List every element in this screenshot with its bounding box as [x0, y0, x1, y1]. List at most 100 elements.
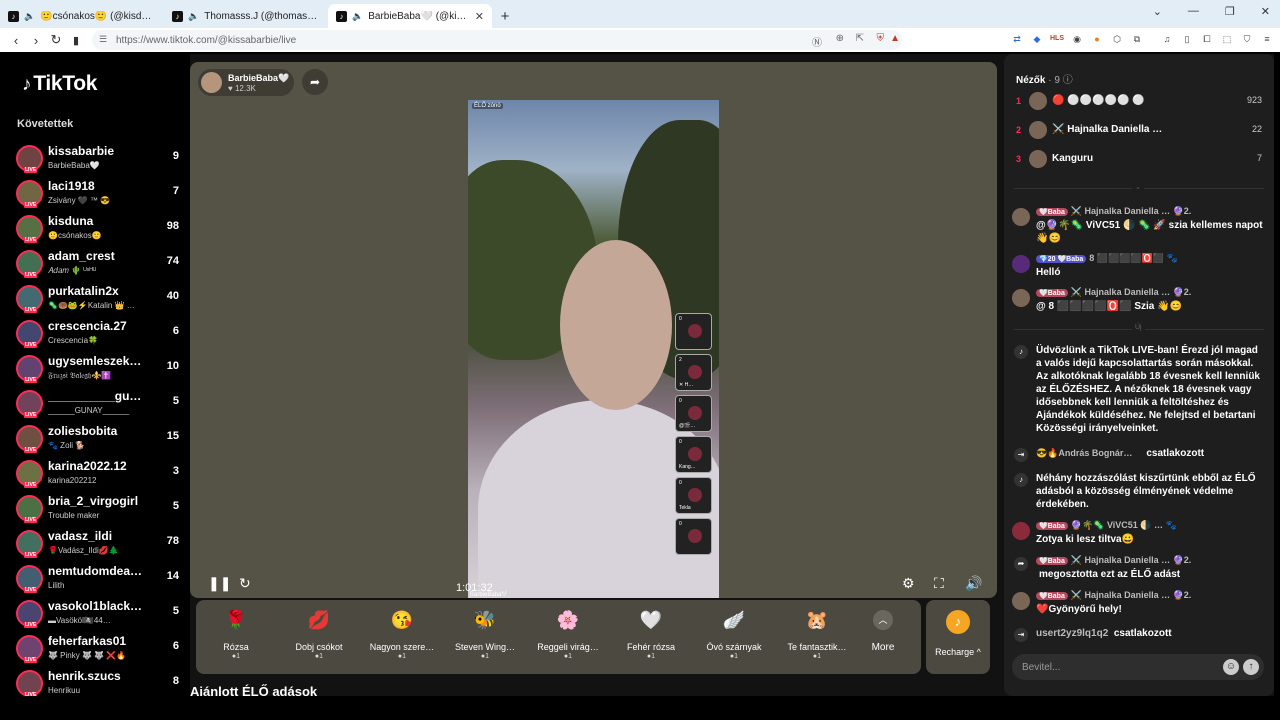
volume-icon[interactable]: 🔊 — [965, 575, 982, 592]
tab-search-icon[interactable]: ⌄ — [1153, 5, 1162, 18]
following-item[interactable]: LIVE ugysemleszek… 𝔉𝔯𝔲𝔷𝔰𝔦 𝔅𝔞𝔩𝔢𝔤𝔥⚜️✝️ 10 — [16, 352, 184, 387]
join-user[interactable]: usert2yz9lq1q2 — [1036, 628, 1108, 639]
browser-tab[interactable]: ♪ 🔈 Thomasss.J (@thomasssj0) ÉLŐ · — [164, 4, 328, 28]
live-badge: LIVE — [24, 272, 38, 278]
gift-item[interactable]: 😘 Nagyon szere… ●1 — [362, 606, 442, 660]
close-tab-icon[interactable]: ✕ — [475, 10, 484, 23]
fullscreen-icon[interactable]: ⛶ — [934, 575, 944, 592]
reader-icon[interactable]: Ⓝ — [812, 34, 822, 49]
guest-tile[interactable]: 0 Tekla — [675, 477, 712, 514]
refresh-icon[interactable]: ↻ — [239, 575, 251, 592]
extension-icon[interactable]: ⬡ — [1110, 32, 1124, 46]
reload-icon[interactable]: ↻ — [46, 32, 66, 48]
host-likes: ♥ 12.3K — [228, 84, 256, 93]
host-info[interactable]: BarbieBaba🤍 ♥ 12.3K — [198, 69, 294, 96]
avatar — [1012, 208, 1030, 226]
avatar — [1012, 289, 1030, 307]
send-icon[interactable]: ↑ — [1243, 659, 1259, 675]
viewers-heading[interactable]: Nézők · 9 ⓘ — [1016, 71, 1073, 86]
gift-item[interactable]: 🌹 Rózsa ●1 — [196, 606, 276, 660]
guest-tile[interactable]: 0 Kang… — [675, 436, 712, 473]
gift-item[interactable]: 🐝 Steven Wing… ●1 — [445, 606, 525, 660]
settings-icon[interactable]: ⚙ — [902, 575, 915, 592]
security-icon[interactable]: ⛉ — [1240, 32, 1254, 46]
following-item[interactable]: LIVE purkatalin2x 🦠🍩🐸⚡Katalin 👑 … 40 — [16, 282, 184, 317]
extension-icon[interactable]: ● — [1090, 32, 1104, 46]
join-user[interactable]: 😎🔥András Bognár… — [1036, 448, 1132, 458]
restore-icon[interactable]: ❐ — [1225, 5, 1235, 18]
downloads-icon[interactable]: ⬚ — [1220, 32, 1234, 46]
guest-tile[interactable]: 0 — [675, 518, 712, 555]
emoji-icon[interactable]: ☺ — [1223, 659, 1239, 675]
chat-username[interactable]: 🤍Baba ⚔️ Hajnalka Daniella … 🔮2. — [1036, 590, 1191, 601]
live-badge: LIVE — [24, 307, 38, 313]
gift-item[interactable]: 🌸 Reggeli virág… ●1 — [528, 606, 608, 660]
extension-icon[interactable]: ⧉ — [1130, 32, 1144, 46]
gift-item[interactable]: 💋 Dobj csókot ●1 — [279, 606, 359, 660]
top-viewer-row[interactable]: 1 🔴 ⚪⚪⚪⚪⚪ ⚪ 923 — [1016, 90, 1262, 112]
following-item[interactable]: LIVE kissabarbie BarbieBaba🤍 9 — [16, 142, 184, 177]
gift-item[interactable]: 🪽 Óvó szárnyak ●1 — [694, 606, 774, 660]
pause-icon[interactable]: ❚❚ — [208, 575, 231, 592]
chat-username[interactable]: 💎20 🤍Baba 8 ⬛⬛⬛⬛🅾️⬛ 🐾 — [1036, 253, 1178, 264]
menu-icon[interactable]: ≡ — [1260, 32, 1274, 46]
gift-item[interactable]: 🐹 Te fantasztik… ●1 — [777, 606, 857, 660]
following-name: henrik.szucs — [48, 669, 121, 683]
zoom-icon[interactable]: ⊕ — [836, 33, 844, 44]
following-item[interactable]: LIVE crescencia.27 Crescencia🍀 6 — [16, 317, 184, 352]
following-item[interactable]: LIVE laci1918 Zsivány 🖤 ™ 😎 7 — [16, 177, 184, 212]
video-subject — [560, 240, 672, 410]
chat-username[interactable]: 🤍Baba ⚔️ Hajnalka Daniella … 🔮2. — [1036, 206, 1191, 217]
extension-icon[interactable]: ◉ — [1070, 32, 1084, 46]
following-item[interactable]: LIVE bria_2_virgogirl Trouble maker 5 — [16, 492, 184, 527]
chat-username[interactable]: 🤍Baba ⚔️ Hajnalka Daniella … 🔮2. — [1036, 287, 1191, 298]
warning-icon[interactable]: ▲ — [890, 33, 900, 44]
media-icon[interactable]: ♫ — [1160, 32, 1174, 46]
viewer-rank: 1 — [1016, 96, 1022, 106]
following-item[interactable]: LIVE adam_crest 𝐴𝑑𝑎𝑚 🌵 ᵁˢᴴᵁ 74 — [16, 247, 184, 282]
collections-icon[interactable]: ⧠ — [1200, 32, 1214, 46]
chat-username[interactable]: 🤍Baba ⚔️ Hajnalka Daniella … 🔮2. — [1036, 555, 1191, 566]
chat-username[interactable]: 🤍Baba 🔮🌴🦠 ViVC51 🌗 … 🐾 — [1036, 520, 1177, 531]
browser-tab[interactable]: ♪ 🔈 🙂csónakos🙂 (@kisduna) ÉLŐ · — [0, 4, 164, 28]
following-item[interactable]: LIVE __________gunay… ______GUNAY______ 5 — [16, 387, 184, 422]
browser-tab-active[interactable]: ♪ 🔈 BarbieBaba🤍 (@kissabarbie ✕ — [328, 4, 492, 28]
back-icon[interactable]: ‹ — [6, 33, 26, 48]
bookmark-icon[interactable]: ▮ — [66, 34, 86, 47]
translate-icon[interactable]: ⇄ — [1010, 32, 1024, 46]
following-item[interactable]: LIVE nemtudomdea… Lilith 14 — [16, 562, 184, 597]
recharge-button[interactable]: ♪ Recharge ^ — [926, 600, 990, 674]
viewer-count: 10 — [166, 360, 179, 372]
gift-name: Fehér rózsa — [626, 642, 676, 652]
more-gifts-button[interactable]: ︿ More — [851, 606, 915, 653]
gift-item[interactable]: 🤍 Fehér rózsa ●1 — [611, 606, 691, 660]
following-item[interactable]: LIVE kisduna 🙂csónakos🙂 98 — [16, 212, 184, 247]
sidebar-toggle-icon[interactable]: ▯ — [1180, 32, 1194, 46]
following-item[interactable]: LIVE karina2022.12 karina202212 3 — [16, 457, 184, 492]
following-item[interactable]: LIVE vasokol1black… ▬Vasököl🏴‍☠️44… 5 — [16, 597, 184, 632]
following-item[interactable]: LIVE feherfarkas01 🐺 Pinky 🐺 🐺 ❌🔥 6 — [16, 632, 184, 667]
guest-tile[interactable]: 2 ✕ H… — [675, 354, 712, 391]
following-item[interactable]: LIVE vadasz_ildi 🌹Vadász_Ildi💋🌲 78 — [16, 527, 184, 562]
site-info-icon[interactable]: ☰ — [99, 34, 107, 45]
share-icon[interactable]: ➦ — [302, 69, 328, 95]
hls-extension-icon[interactable]: HLS — [1050, 32, 1064, 46]
following-heading: Követettek — [17, 118, 74, 130]
new-tab-button[interactable]: + — [492, 4, 518, 28]
following-item[interactable]: LIVE zoliesbobita 🐾 Zoli 🐕 15 — [16, 422, 184, 457]
shield-icon[interactable]: ⛨ — [877, 33, 885, 44]
top-viewer-row[interactable]: 3 Kanguru 7 — [1016, 148, 1262, 170]
live-player[interactable]: BarbieBaba🤍 ♥ 12.3K ➦ ÉLŐ zónó BarbieBab… — [190, 62, 997, 598]
forward-icon[interactable]: › — [26, 33, 46, 48]
top-viewer-row[interactable]: 2 ⚔️ Hajnalka Daniella … 22 — [1016, 119, 1262, 141]
url-field[interactable]: ☰ https://www.tiktok.com/@kissabarbie/li… — [92, 30, 902, 50]
extension-icon[interactable]: ◆ — [1030, 32, 1044, 46]
share-page-icon[interactable]: ⇱ — [856, 33, 864, 44]
following-name: __________gunay… — [48, 389, 144, 403]
guest-tile[interactable]: 0 — [675, 313, 712, 350]
close-window-icon[interactable]: ✕ — [1261, 5, 1270, 18]
minimize-icon[interactable]: — — [1188, 5, 1199, 18]
following-item[interactable]: LIVE henrik.szucs Henrikuu 8 — [16, 667, 184, 696]
tiktok-logo[interactable]: ♪TikTok — [22, 72, 97, 96]
guest-tile[interactable]: 0 @🎬… — [675, 395, 712, 432]
